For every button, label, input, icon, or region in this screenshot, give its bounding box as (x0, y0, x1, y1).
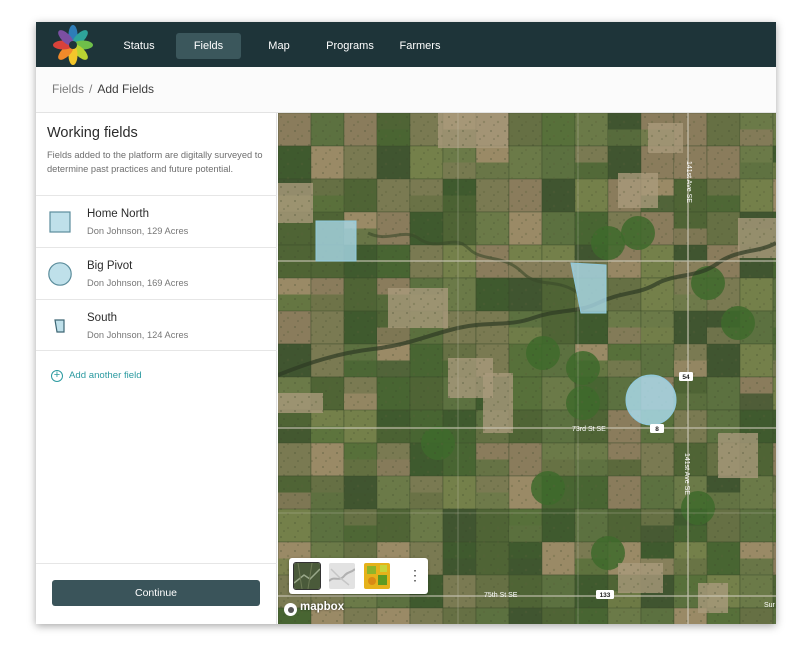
top-navigation-bar: Status Fields Map Programs Farmers (36, 22, 776, 67)
panel-description: Fields added to the platform are digital… (47, 150, 263, 174)
layer-switcher: ⋮ (289, 558, 428, 594)
nav-status[interactable]: Status (116, 33, 162, 59)
field-meta: Don Johnson, 124 Acres (87, 330, 189, 340)
logo-icon[interactable] (50, 23, 96, 67)
field-home-north-shape[interactable] (315, 220, 357, 262)
vegetation-layer-icon[interactable] (364, 563, 390, 589)
breadcrumb-current: Add Fields (97, 82, 155, 96)
field-item-big-pivot[interactable]: Big Pivot Don Johnson, 169 Acres (36, 247, 277, 299)
map-canvas[interactable]: 141st Ave SE 141st Ave SE 73rd St SE 75t… (278, 113, 776, 624)
field-item-south[interactable]: South Don Johnson, 124 Acres (36, 299, 277, 351)
mapbox-wordmark: mapbox (300, 601, 345, 613)
route-shield-label: 8 (655, 426, 659, 433)
route-shield-label: 54 (682, 374, 690, 381)
more-options-icon[interactable]: ⋮ (407, 563, 423, 589)
breadcrumb-separator: / (89, 82, 93, 96)
panel-title: Working fields (47, 125, 138, 141)
road-label: 73rd St SE (572, 426, 606, 433)
field-meta: Don Johnson, 129 Acres (87, 226, 189, 236)
mapbox-icon (284, 603, 297, 616)
circle-icon (48, 262, 72, 286)
add-field-label: Add another field (69, 370, 142, 381)
plus-circle-icon: + (51, 370, 63, 382)
route-shield-label: 133 (600, 592, 611, 599)
continue-button[interactable]: Continue (52, 580, 260, 606)
nav-farmers[interactable]: Farmers (397, 33, 443, 59)
working-fields-panel: Working fields Fields added to the platf… (36, 113, 277, 624)
nav-map[interactable]: Map (259, 33, 299, 59)
satellite-map[interactable]: 141st Ave SE 141st Ave SE 73rd St SE 75t… (278, 113, 776, 624)
app-window: Status Fields Map Programs Farmers Field… (36, 22, 776, 624)
road-label: 141st Ave SE (685, 161, 692, 203)
field-big-pivot-shape[interactable] (625, 374, 677, 426)
field-meta: Don Johnson, 169 Acres (87, 278, 189, 288)
satellite-layer-icon[interactable] (293, 562, 321, 590)
field-item-home-north[interactable]: Home North Don Johnson, 129 Acres (36, 195, 277, 247)
road-label: 75th St SE (484, 592, 518, 599)
field-name: South (87, 312, 118, 324)
polygon-icon (54, 319, 65, 333)
breadcrumb-parent-link[interactable]: Fields (52, 82, 84, 96)
terrain-layer-icon[interactable] (329, 563, 355, 589)
field-name: Home North (87, 208, 149, 220)
breadcrumb: Fields / Add Fields (52, 82, 154, 96)
divider (36, 563, 277, 564)
nav-programs[interactable]: Programs (321, 33, 379, 59)
field-name: Big Pivot (87, 260, 133, 272)
road-label: Sur (764, 602, 776, 609)
square-icon (49, 211, 71, 233)
road-label: 141st Ave SE (683, 453, 690, 495)
breadcrumb-bar: Fields / Add Fields (36, 67, 776, 113)
nav-fields[interactable]: Fields (176, 33, 241, 59)
